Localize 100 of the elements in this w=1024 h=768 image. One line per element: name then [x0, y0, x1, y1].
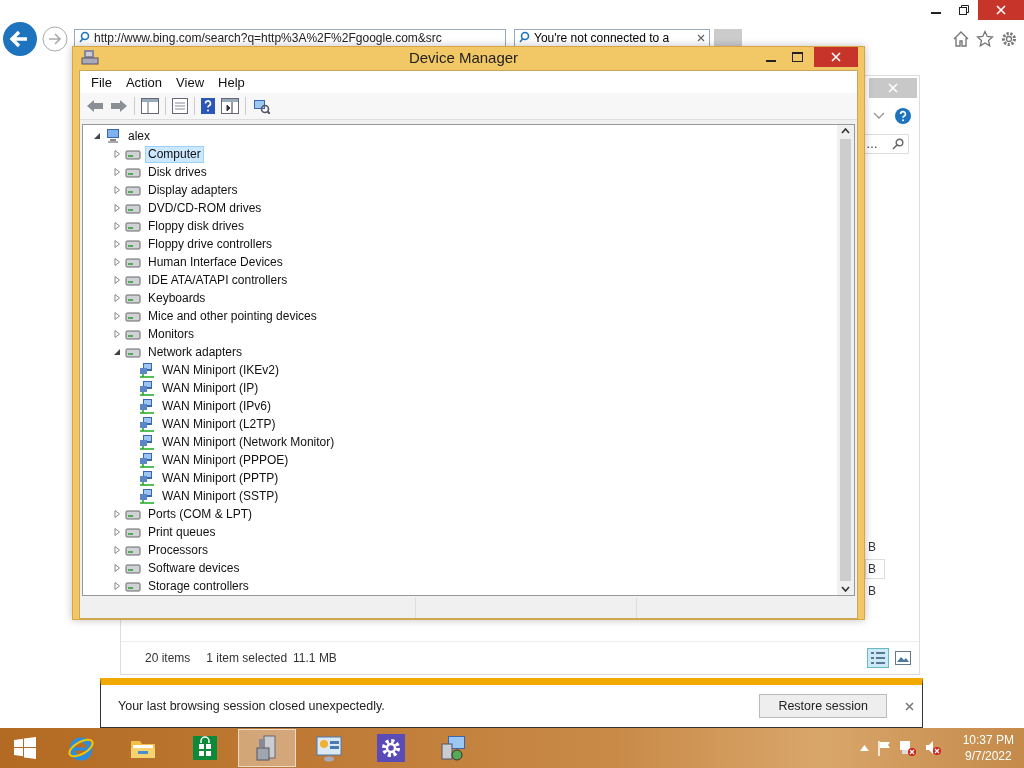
preview-view-icon[interactable]: [895, 651, 911, 665]
tree-item[interactable]: Mice and other pointing devices: [145, 307, 320, 325]
close-icon[interactable]: [697, 34, 705, 42]
tree-item[interactable]: Display adapters: [145, 181, 241, 199]
address-field[interactable]: http://www.bing.com/search?q=http%3A%2F%2Fgoogle.com&src: [74, 29, 506, 49]
tree-item[interactable]: Storage controllers: [145, 577, 252, 595]
close-icon: [888, 83, 898, 93]
collapse-arrow-icon[interactable]: [93, 132, 101, 140]
expand-arrow-icon[interactable]: [113, 276, 121, 284]
expand-arrow-icon[interactable]: [113, 546, 121, 554]
tree-item[interactable]: Floppy drive controllers: [145, 235, 276, 253]
tree-item[interactable]: WAN Miniport (SSTP): [159, 487, 282, 505]
tree-item[interactable]: Disk drives: [145, 163, 210, 181]
tree-item[interactable]: alex: [125, 127, 153, 145]
file-size: B: [865, 559, 885, 579]
up-arrow-icon[interactable]: [859, 745, 869, 751]
network-adapter-icon: [139, 416, 155, 432]
menu-item[interactable]: View: [169, 74, 212, 90]
home-icon[interactable]: [952, 30, 970, 48]
tree-item[interactable]: WAN Miniport (PPPOE): [159, 451, 292, 469]
restore-session-button[interactable]: Restore session: [759, 694, 887, 718]
tree-item[interactable]: Ports (COM & LPT): [145, 505, 255, 523]
monitor-icon: [439, 734, 467, 762]
menu-item[interactable]: Action: [118, 74, 170, 90]
network-adapter-icon: [139, 380, 155, 396]
tree-item[interactable]: WAN Miniport (IKEv2): [159, 361, 282, 379]
expand-arrow-icon[interactable]: [113, 294, 121, 302]
tree-item[interactable]: Keyboards: [145, 289, 209, 307]
back-icon[interactable]: [86, 99, 104, 113]
properties-icon[interactable]: [172, 98, 188, 114]
computer-icon: [105, 128, 121, 144]
taskbar-button[interactable]: [238, 729, 296, 767]
selection-size: 11.1 MB: [293, 651, 337, 665]
settings-icon[interactable]: [1000, 30, 1018, 48]
help-icon[interactable]: [895, 108, 911, 124]
control-panel-icon: [315, 734, 343, 762]
expand-arrow-icon[interactable]: [113, 330, 121, 338]
restore-icon: [959, 5, 969, 15]
menu-item[interactable]: File: [84, 74, 119, 90]
tree-item[interactable]: Processors: [145, 541, 212, 559]
expand-arrow-icon[interactable]: [113, 240, 121, 248]
network-adapter-icon: [139, 398, 155, 414]
network-adapter-icon: [139, 434, 155, 450]
tree-item[interactable]: Floppy disk drives: [145, 217, 248, 235]
start-icon[interactable]: [14, 737, 36, 759]
shopping-bag-icon: [191, 734, 219, 762]
tree-item[interactable]: WAN Miniport (PPTP): [159, 469, 282, 487]
scrollbar[interactable]: [837, 125, 854, 595]
volume-muted-icon[interactable]: [924, 740, 941, 756]
help-icon[interactable]: [201, 98, 215, 114]
expand-arrow-icon[interactable]: [113, 258, 121, 266]
close-icon[interactable]: [905, 701, 914, 711]
chevron-down-icon[interactable]: [873, 112, 885, 120]
action-pane-icon[interactable]: [221, 98, 239, 114]
forward-button[interactable]: [42, 26, 68, 52]
network-adapter-icon: [139, 470, 155, 486]
maximize-icon: [791, 52, 803, 62]
file-size: B: [867, 539, 877, 556]
expand-arrow-icon[interactable]: [113, 564, 121, 572]
expand-arrow-icon[interactable]: [113, 150, 121, 158]
details-view-icon[interactable]: [867, 648, 889, 668]
file-size: B: [867, 583, 877, 600]
expand-arrow-icon[interactable]: [113, 510, 121, 518]
network-adapter-icon: [139, 362, 155, 378]
notification-message: Your last browsing session closed unexpectedly.: [118, 699, 386, 713]
expand-arrow-icon[interactable]: [113, 168, 121, 176]
expand-arrow-icon[interactable]: [113, 222, 121, 230]
tree-item[interactable]: WAN Miniport (IP): [159, 379, 262, 397]
tree-item[interactable]: WAN Miniport (Network Monitor): [159, 433, 338, 451]
flag-icon[interactable]: [876, 740, 891, 756]
tree-item[interactable]: Network adapters: [145, 343, 246, 361]
browser-tab[interactable]: You're not connected to a: [514, 29, 710, 49]
expand-arrow-icon[interactable]: [113, 204, 121, 212]
menu-item[interactable]: Help: [211, 74, 252, 90]
scan-hardware-icon[interactable]: [252, 98, 270, 114]
search-icon: [79, 31, 90, 43]
tree-item[interactable]: WAN Miniport (L2TP): [159, 415, 279, 433]
console-tree-icon[interactable]: [141, 98, 159, 114]
network-adapter-icon: [139, 488, 155, 504]
tree-item[interactable]: WAN Miniport (IPv6): [159, 397, 274, 415]
tree-item[interactable]: Computer: [145, 145, 204, 163]
tree-item[interactable]: Software devices: [145, 559, 243, 577]
tree-item[interactable]: DVD/CD-ROM drives: [145, 199, 265, 217]
tree-item[interactable]: Print queues: [145, 523, 219, 541]
collapse-arrow-icon[interactable]: [113, 348, 121, 356]
expand-arrow-icon[interactable]: [113, 582, 121, 590]
network-adapter-icon: [139, 452, 155, 468]
tree-item[interactable]: Human Interface Devices: [145, 253, 286, 271]
expand-arrow-icon[interactable]: [113, 312, 121, 320]
tree-item[interactable]: Monitors: [145, 325, 197, 343]
search-icon: [519, 31, 530, 43]
close-icon: [831, 52, 841, 62]
back-button[interactable]: [2, 21, 38, 57]
expand-arrow-icon[interactable]: [113, 186, 121, 194]
forward-icon[interactable]: [110, 99, 128, 113]
star-icon[interactable]: [976, 30, 994, 48]
expand-arrow-icon[interactable]: [113, 528, 121, 536]
network-error-icon[interactable]: [898, 740, 917, 756]
tree-item[interactable]: IDE ATA/ATAPI controllers: [145, 271, 291, 289]
gear-icon: [377, 734, 405, 762]
